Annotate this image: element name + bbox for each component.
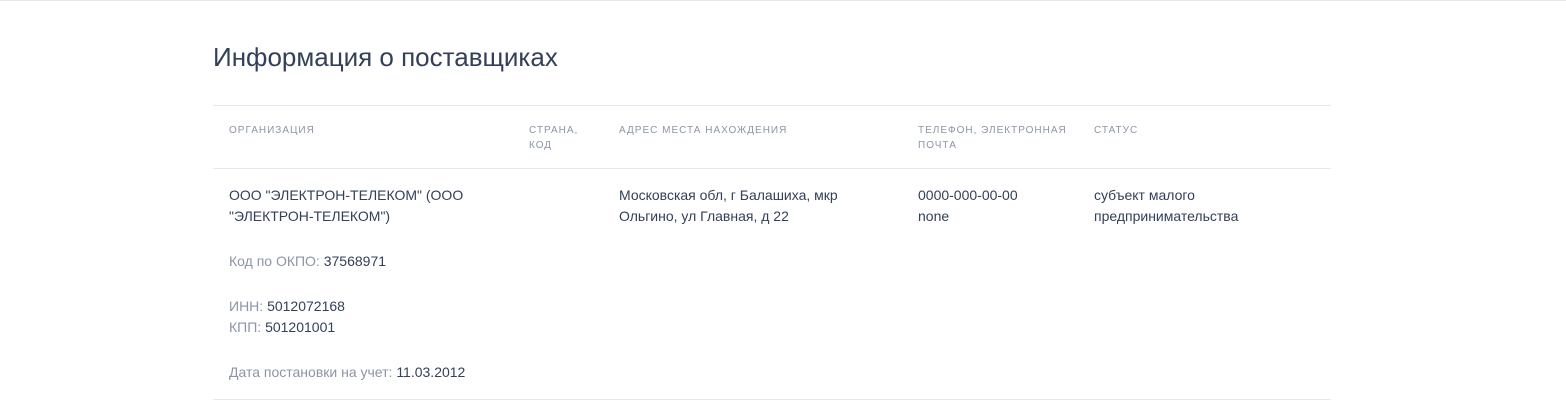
- column-header-country-line2: КОД: [529, 140, 553, 151]
- column-header-status: СТАТУС: [1094, 123, 1294, 138]
- column-header-country: СТРАНА, КОД: [529, 123, 599, 153]
- column-header-status-label: СТАТУС: [1094, 125, 1139, 136]
- address-line1: Московская обл, г Балашиха, мкр: [619, 187, 838, 203]
- status-line2: предпринимательства: [1094, 208, 1239, 224]
- column-header-contact-line2: ПОЧТА: [918, 140, 957, 151]
- kpp-line: КПП: 501201001: [229, 317, 509, 338]
- column-header-contact-line1: ТЕЛЕФОН, ЭЛЕКТРОННАЯ: [918, 125, 1067, 136]
- section-title: Информация о поставщиках: [213, 42, 558, 72]
- kpp-label: КПП:: [229, 319, 262, 335]
- inn-label: ИНН:: [229, 298, 264, 314]
- organization-cell: ООО "ЭЛЕКТРОН-ТЕЛЕКОМ" (ООО "ЭЛЕКТРОН-ТЕ…: [229, 185, 509, 383]
- column-header-address-label: АДРЕС МЕСТА НАХОЖДЕНИЯ: [619, 125, 788, 136]
- status-cell: субъект малого предпринимательства: [1094, 185, 1294, 227]
- phone-value: 0000-000-00-00: [918, 187, 1018, 203]
- registration-date-line: Дата постановки на учет: 11.03.2012: [229, 362, 509, 383]
- registration-date-label: Дата постановки на учет:: [229, 364, 393, 380]
- okpo-line: Код по ОКПО: 37568971: [229, 251, 509, 272]
- okpo-label: Код по ОКПО:: [229, 253, 320, 269]
- column-header-address: АДРЕС МЕСТА НАХОЖДЕНИЯ: [619, 123, 899, 138]
- address-line2: Ольгино, ул Главная, д 22: [619, 208, 789, 224]
- address-cell: Московская обл, г Балашиха, мкр Ольгино,…: [619, 185, 899, 227]
- registration-date-value: 11.03.2012: [396, 364, 466, 380]
- suppliers-table: ОРГАНИЗАЦИЯ СТРАНА, КОД АДРЕС МЕСТА НАХО…: [213, 105, 1331, 400]
- contact-cell: 0000-000-00-00 none: [918, 185, 1083, 227]
- status-line1: субъект малого: [1094, 187, 1195, 203]
- column-header-organization: ОРГАНИЗАЦИЯ: [229, 123, 509, 138]
- inn-line: ИНН: 5012072168: [229, 296, 509, 317]
- column-header-contact: ТЕЛЕФОН, ЭЛЕКТРОННАЯ ПОЧТА: [918, 123, 1083, 153]
- email-value: none: [918, 208, 950, 224]
- top-divider: [0, 0, 1566, 1]
- kpp-value: 501201001: [265, 319, 336, 335]
- inn-value: 5012072168: [267, 298, 345, 314]
- column-header-country-line1: СТРАНА,: [529, 125, 579, 136]
- table-header: ОРГАНИЗАЦИЯ СТРАНА, КОД АДРЕС МЕСТА НАХО…: [213, 106, 1331, 169]
- organization-name: ООО "ЭЛЕКТРОН-ТЕЛЕКОМ" (ООО "ЭЛЕКТРОН-ТЕ…: [229, 187, 464, 224]
- table-row: ООО "ЭЛЕКТРОН-ТЕЛЕКОМ" (ООО "ЭЛЕКТРОН-ТЕ…: [213, 169, 1331, 399]
- okpo-value: 37568971: [323, 253, 387, 269]
- column-header-organization-label: ОРГАНИЗАЦИЯ: [229, 125, 315, 136]
